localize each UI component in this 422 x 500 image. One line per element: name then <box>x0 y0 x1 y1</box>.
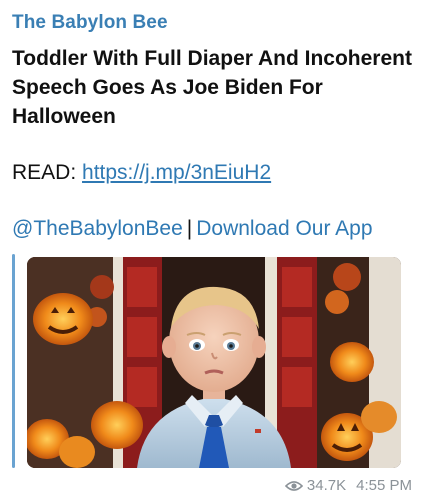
channel-name[interactable]: The Babylon Bee <box>12 12 168 34</box>
preview-accent-bar <box>12 254 15 468</box>
view-count: 34.7K <box>306 477 347 494</box>
link-separator: | <box>186 217 193 240</box>
article-link[interactable]: https://j.mp/3nEiuH2 <box>82 161 271 184</box>
handle-link[interactable]: @TheBabylonBee <box>12 217 183 240</box>
toddler-halloween-photo <box>27 257 401 468</box>
download-app-link[interactable]: Download Our App <box>196 217 372 240</box>
post-time: 4:55 PM <box>356 477 412 494</box>
footer-links: @TheBabylonBee | Download Our App <box>12 214 373 243</box>
read-label: READ: <box>12 161 77 184</box>
message-bubble: The Babylon Bee Toddler With Full Diaper… <box>0 0 422 500</box>
link-preview-image[interactable] <box>27 257 401 468</box>
read-line: READ: https://j.mp/3nEiuH2 <box>12 158 271 187</box>
eye-icon <box>284 480 303 491</box>
post-meta: 34.7K 4:55 PM <box>284 477 412 494</box>
post-headline: Toddler With Full Diaper And Incoherent … <box>12 47 412 128</box>
